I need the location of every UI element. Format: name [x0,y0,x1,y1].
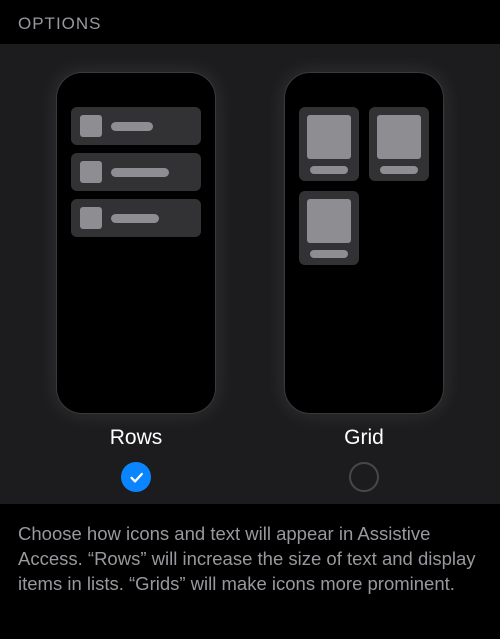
option-rows-label: Rows [110,426,163,450]
preview-row-icon [80,115,102,137]
layout-previews: Rows [20,72,480,492]
option-grid-label: Grid [344,426,384,450]
radio-rows[interactable] [121,462,151,492]
checkmark-icon [128,469,145,486]
preview-grid-text [310,166,348,174]
options-panel: Rows [0,44,500,504]
preview-phone-rows [56,72,216,414]
preview-grid-text [380,166,418,174]
section-title: OPTIONS [18,14,482,34]
preview-grid-item [369,107,429,181]
preview-row-text [111,122,153,131]
option-rows[interactable]: Rows [56,72,216,492]
preview-row-item [71,107,201,145]
preview-phone-grid [284,72,444,414]
preview-row-icon [80,207,102,229]
preview-row-icon [80,161,102,183]
preview-grid-icon [307,199,351,243]
preview-row-text [111,168,169,177]
radio-unselected-indicator [349,462,379,492]
radio-selected-indicator [121,462,151,492]
preview-row-text [111,214,159,223]
preview-grid-wrap [299,107,429,265]
preview-row-item [71,199,201,237]
preview-grid-item [299,191,359,265]
preview-grid-icon [307,115,351,159]
preview-row-item [71,153,201,191]
preview-grid-text [310,250,348,258]
options-description: Choose how icons and text will appear in… [0,504,500,597]
preview-grid-item [299,107,359,181]
option-grid[interactable]: Grid [284,72,444,492]
preview-grid-icon [377,115,421,159]
section-header: OPTIONS [0,0,500,44]
radio-grid[interactable] [349,462,379,492]
